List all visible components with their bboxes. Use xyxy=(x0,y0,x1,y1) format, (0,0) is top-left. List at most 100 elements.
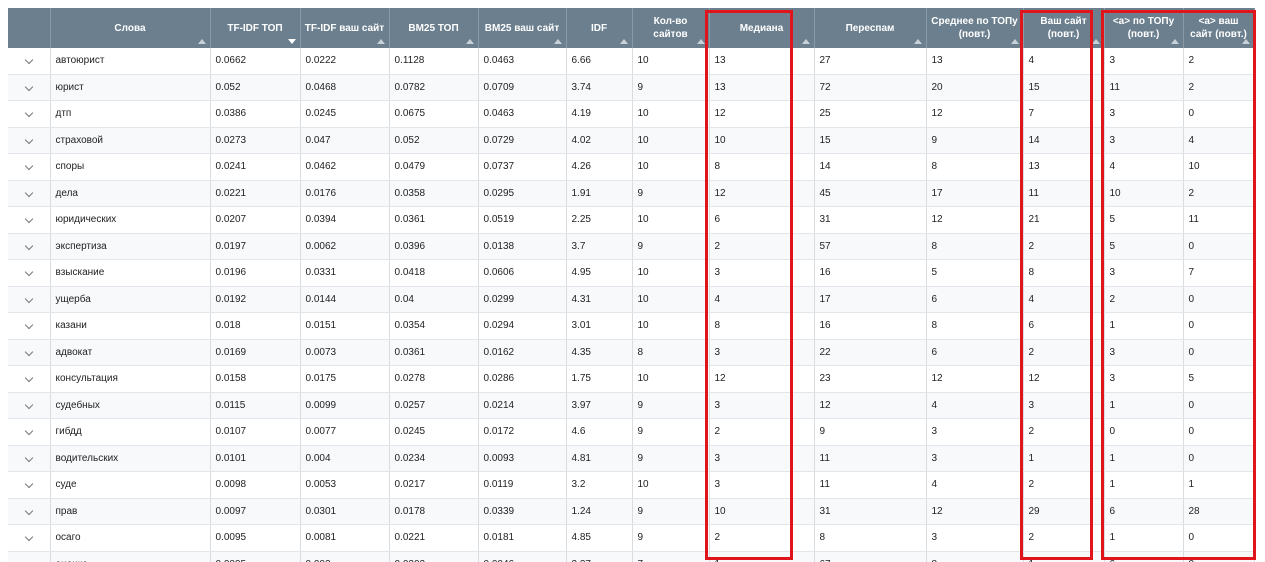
sort-arrow-icon[interactable] xyxy=(696,39,705,44)
chevron-down-icon[interactable] xyxy=(24,135,33,144)
tfidf-site-cell: 0.047 xyxy=(300,127,390,154)
row-expand-toggle[interactable] xyxy=(8,180,51,207)
chevron-down-icon[interactable] xyxy=(24,188,33,197)
table-row[interactable]: прав 0.0097 0.0301 0.0178 0.0339 1.24 9 10 31 12 2… xyxy=(8,498,1255,525)
table-row[interactable]: споры 0.0241 0.0462 0.0479 0.0737 4.26 10 8 14 8 1… xyxy=(8,153,1255,181)
table-row[interactable]: экспертиза 0.0197 0.0062 0.0396 0.0138 3.7 9 2 5… xyxy=(8,233,1255,260)
row-expand-toggle[interactable] xyxy=(8,392,51,419)
chevron-down-icon[interactable] xyxy=(24,480,33,489)
row-expand-toggle[interactable] xyxy=(8,100,51,128)
table-row[interactable]: казани 0.018 0.0151 0.0354 0.0294 3.01 10 8 16 8 6… xyxy=(8,312,1255,340)
table-row[interactable]: юридических 0.0207 0.0394 0.0361 0.0519 2.25 1… xyxy=(8,206,1255,234)
row-expand-toggle[interactable] xyxy=(8,365,51,393)
sort-arrow-icon[interactable] xyxy=(197,39,206,44)
row-expand-toggle[interactable] xyxy=(8,312,51,340)
chevron-down-icon[interactable] xyxy=(24,82,33,91)
bm25-site-cell: 0.0295 xyxy=(478,180,567,207)
row-expand-toggle[interactable] xyxy=(8,445,51,472)
top-avg-repeats-cell: 20 xyxy=(926,74,1024,101)
col-header-anchor-site-repeats[interactable]: <a> ваш сайт (повт.) xyxy=(1183,8,1255,48)
table-row[interactable]: водительских 0.0101 0.004 0.0234 0.0093 4.81 9… xyxy=(8,445,1255,472)
col-header-top-avg-repeats[interactable]: Среднее по ТОПу (повт.) xyxy=(926,8,1024,48)
table-row[interactable]: осаго 0.0095 0.0081 0.0221 0.0181 4.85 9 2 8 3 2 1 0 xyxy=(8,524,1255,552)
table-row[interactable]: консультация 0.0158 0.0175 0.0278 0.0286 1.75… xyxy=(8,365,1255,393)
chevron-down-icon[interactable] xyxy=(24,427,33,436)
tfidf-top-cell: 0.0095 xyxy=(210,524,301,552)
table-row[interactable]: адвокат 0.0169 0.0073 0.0361 0.0162 4.35 8 3 22 6… xyxy=(8,339,1255,366)
chevron-down-icon[interactable] xyxy=(24,294,33,303)
sort-arrow-icon[interactable] xyxy=(287,39,296,44)
sort-arrow-icon[interactable] xyxy=(553,39,562,44)
site-count-cell: 9 xyxy=(632,445,710,472)
row-expand-toggle[interactable] xyxy=(8,524,51,552)
idf-cell: 2.37 xyxy=(566,551,633,562)
chevron-down-icon[interactable] xyxy=(24,506,33,515)
row-expand-toggle[interactable] xyxy=(8,418,51,446)
table-row[interactable]: взыскание 0.0196 0.0331 0.0418 0.0606 4.95 10 3… xyxy=(8,259,1255,287)
chevron-down-icon[interactable] xyxy=(24,347,33,356)
tfidf-site-cell: 0.0176 xyxy=(300,180,390,207)
col-header-tfidf-site[interactable]: TF-IDF ваш сайт xyxy=(300,8,390,48)
overspam-cell: 23 xyxy=(814,365,927,393)
table-row[interactable]: юрист 0.052 0.0468 0.0782 0.0709 3.74 9 13 72 20 1… xyxy=(8,74,1255,101)
median-cell: 8 xyxy=(709,153,815,181)
chevron-down-icon[interactable] xyxy=(24,400,33,409)
col-header-bm25-top[interactable]: BM25 ТОП xyxy=(389,8,479,48)
chevron-down-icon[interactable] xyxy=(24,162,33,171)
chevron-down-icon[interactable] xyxy=(24,241,33,250)
table-row[interactable]: дела 0.0221 0.0176 0.0358 0.0295 1.91 9 12 45 17 1… xyxy=(8,180,1255,207)
row-expand-toggle[interactable] xyxy=(8,471,51,499)
table-row[interactable]: дтп 0.0386 0.0245 0.0675 0.0463 4.19 10 12 25 12 7… xyxy=(8,100,1255,128)
chevron-down-icon[interactable] xyxy=(24,268,33,277)
sort-arrow-icon[interactable] xyxy=(465,39,474,44)
col-header-bm25-site[interactable]: BM25 ваш сайт xyxy=(478,8,567,48)
sort-arrow-icon[interactable] xyxy=(1010,39,1019,44)
row-expand-toggle[interactable] xyxy=(8,48,51,75)
sort-arrow-icon[interactable] xyxy=(913,39,922,44)
table-row[interactable]: оценка0.00950.0020.02020.00462.377167816… xyxy=(8,551,1255,562)
row-expand-toggle[interactable] xyxy=(8,551,51,562)
table-row[interactable]: страховой 0.0273 0.047 0.052 0.0729 4.02 10 10 1… xyxy=(8,127,1255,154)
row-expand-toggle[interactable] xyxy=(8,233,51,260)
sort-arrow-icon[interactable] xyxy=(801,39,810,44)
tfidf-top-cell: 0.0101 xyxy=(210,445,301,472)
table-row[interactable]: суде 0.0098 0.0053 0.0217 0.0119 3.2 10 3 11 4 2 1 1 xyxy=(8,471,1255,499)
word-cell: прав xyxy=(50,498,211,525)
table-row[interactable]: ущерба 0.0192 0.0144 0.04 0.0299 4.31 10 4 17 6 4 2… xyxy=(8,286,1255,313)
col-header-median[interactable]: Медиана xyxy=(709,8,815,48)
row-expand-toggle[interactable] xyxy=(8,339,51,366)
col-header-anchor-top-repeats[interactable]: <a> по ТОПу (повт.) xyxy=(1104,8,1184,48)
row-expand-toggle[interactable] xyxy=(8,286,51,313)
word-cell: дтп xyxy=(50,100,211,128)
col-header-overspam[interactable]: Переспам xyxy=(814,8,927,48)
sort-arrow-icon[interactable] xyxy=(1091,39,1100,44)
row-expand-toggle[interactable] xyxy=(8,259,51,287)
row-expand-toggle[interactable] xyxy=(8,206,51,234)
row-expand-toggle[interactable] xyxy=(8,74,51,101)
row-expand-toggle[interactable] xyxy=(8,127,51,154)
chevron-down-icon[interactable] xyxy=(24,321,33,330)
tfidf-site-cell: 0.0394 xyxy=(300,206,390,234)
table-row[interactable]: гибдд 0.0107 0.0077 0.0245 0.0172 4.6 9 2 9 3 2 0 0 xyxy=(8,418,1255,446)
chevron-down-icon[interactable] xyxy=(24,109,33,118)
chevron-down-icon[interactable] xyxy=(24,374,33,383)
col-header-words[interactable]: Слова xyxy=(50,8,211,48)
chevron-down-icon[interactable] xyxy=(24,215,33,224)
site-repeats-cell: 2 xyxy=(1023,524,1105,552)
col-header-tfidf-top[interactable]: TF-IDF ТОП xyxy=(210,8,301,48)
sort-arrow-icon[interactable] xyxy=(619,39,628,44)
col-header-site-repeats[interactable]: Ваш сайт (повт.) xyxy=(1023,8,1105,48)
sort-arrow-icon[interactable] xyxy=(376,39,385,44)
sort-arrow-icon[interactable] xyxy=(1170,39,1179,44)
table-row[interactable]: судебных 0.0115 0.0099 0.0257 0.0214 3.97 9 3 12… xyxy=(8,392,1255,419)
table-row[interactable]: автоюрист 0.0662 0.0222 0.1128 0.0463 6.66 10 1… xyxy=(8,48,1255,75)
anchor-top-repeats-cell: 1 xyxy=(1104,524,1184,552)
chevron-down-icon[interactable] xyxy=(24,56,33,65)
chevron-down-icon[interactable] xyxy=(24,453,33,462)
row-expand-toggle[interactable] xyxy=(8,498,51,525)
col-header-idf[interactable]: IDF xyxy=(566,8,633,48)
row-expand-toggle[interactable] xyxy=(8,153,51,181)
sort-arrow-icon[interactable] xyxy=(1241,39,1250,44)
col-header-site-count[interactable]: Кол-во сайтов xyxy=(632,8,710,48)
chevron-down-icon[interactable] xyxy=(24,533,33,542)
